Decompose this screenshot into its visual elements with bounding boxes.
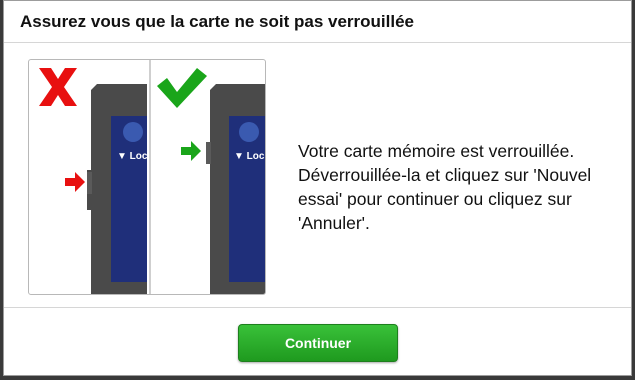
locked-card-lock-label: ▼ Loc — [117, 151, 148, 162]
dialog-body: ▼ Loc ▼ Loc Votre carte mémoire est verr… — [4, 43, 631, 307]
dialog-footer: Continuer — [4, 307, 631, 375]
card-locked-dialog: Assurez vous que la carte ne soit pas ve… — [3, 0, 632, 376]
cross-icon — [39, 68, 77, 106]
panel-divider — [149, 60, 151, 294]
locked-card-logo — [123, 122, 143, 142]
unlocked-card-logo — [239, 122, 259, 142]
checkmark-icon — [157, 68, 207, 108]
unlocked-card-lock-label: ▼ Loc — [234, 151, 265, 162]
continue-button[interactable]: Continuer — [238, 324, 398, 362]
locked-card-panel: ▼ Loc — [87, 84, 148, 294]
dialog-title: Assurez vous que la carte ne soit pas ve… — [20, 11, 414, 31]
dialog-header: Assurez vous que la carte ne soit pas ve… — [4, 1, 631, 43]
dialog-message: Votre carte mémoire est verrouillée. Dév… — [298, 141, 592, 233]
arrow-right-icon — [65, 172, 85, 192]
sd-card-lock-illustration: ▼ Loc ▼ Loc — [28, 59, 266, 295]
lock-switch — [87, 172, 92, 194]
arrow-right-icon — [181, 141, 201, 161]
unlock-switch — [206, 142, 211, 164]
unlocked-card-panel: ▼ Loc — [206, 84, 265, 294]
